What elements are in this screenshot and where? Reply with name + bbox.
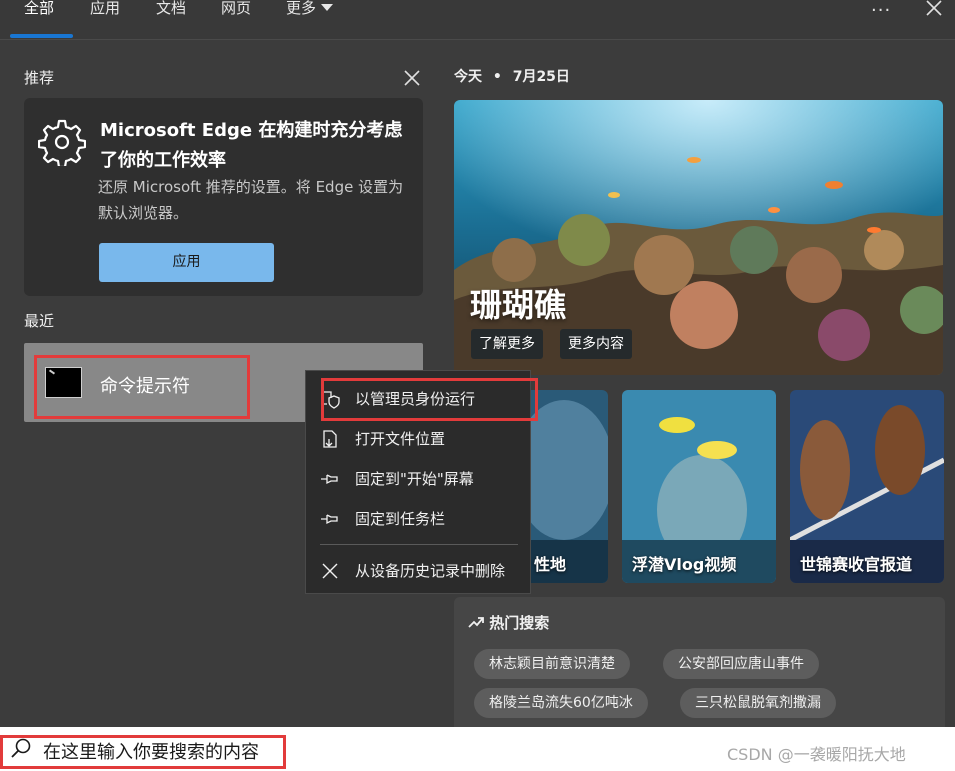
today-header: 今天 • 7月25日 xyxy=(454,66,570,86)
highlight-box-search xyxy=(0,735,286,769)
context-menu-label: 固定到任务栏 xyxy=(355,510,446,528)
hero-card-coral-reef[interactable]: 珊瑚礁 了解更多 更多内容 xyxy=(454,100,943,375)
file-location-icon xyxy=(323,430,337,448)
news-card-2[interactable]: 浮潜Vlog视频 xyxy=(622,390,776,583)
dismiss-recommendation-icon[interactable] xyxy=(402,68,422,88)
tab-all[interactable]: 全部 xyxy=(24,0,54,38)
more-options-icon[interactable]: ··· xyxy=(871,0,891,21)
hot-search-section: 热门搜索 林志颖目前意识清楚 公安部回应唐山事件 格陵兰岛流失60亿吨冰 三只松… xyxy=(454,597,945,727)
hot-search-chip-3[interactable]: 格陵兰岛流失60亿吨冰 xyxy=(474,688,648,718)
hot-search-chip-1[interactable]: 林志颖目前意识清楚 xyxy=(474,649,630,679)
context-menu-label: 固定到"开始"屏幕 xyxy=(355,470,474,488)
tab-apps[interactable]: 应用 xyxy=(90,0,120,38)
recommended-heading: 推荐 xyxy=(24,69,55,87)
context-menu-item-pin-to-taskbar[interactable]: 固定到任务栏 xyxy=(306,499,532,539)
context-menu-item-pin-to-start[interactable]: 固定到"开始"屏幕 xyxy=(306,459,532,499)
hot-search-title: 热门搜索 xyxy=(489,614,550,632)
hot-search-chip-2[interactable]: 公安部回应唐山事件 xyxy=(663,649,819,679)
close-icon[interactable] xyxy=(924,0,944,18)
pin-icon xyxy=(321,514,338,525)
chevron-down-icon xyxy=(321,4,334,11)
recommendation-card: Microsoft Edge 在构建时充分考虑了你的工作效率 还原 Micros… xyxy=(24,98,423,296)
hot-search-heading: 热门搜索 xyxy=(468,612,549,633)
context-menu-label: 打开文件位置 xyxy=(355,430,446,448)
tab-documents[interactable]: 文档 xyxy=(156,0,186,38)
hero-title: 珊瑚礁 xyxy=(470,286,567,324)
today-date: 7月25日 xyxy=(512,69,570,85)
context-menu-separator xyxy=(320,544,518,545)
highlight-box-recent xyxy=(34,355,250,419)
gear-icon xyxy=(38,119,86,166)
news-card-3-label: 世锦赛收官报道 xyxy=(800,555,913,574)
tab-more-label: 更多 xyxy=(286,0,317,17)
news-card-2-label: 浮潜Vlog视频 xyxy=(632,555,737,574)
apply-button[interactable]: 应用 xyxy=(99,243,274,282)
context-menu-label: 从设备历史记录中删除 xyxy=(355,562,506,580)
active-tab-indicator xyxy=(10,34,73,38)
highlight-box-run-as-admin xyxy=(321,378,538,421)
recent-heading: 最近 xyxy=(24,312,55,330)
search-tab-bar: 全部 应用 文档 网页 更多 ··· xyxy=(0,0,955,40)
news-card-3[interactable]: 世锦赛收官报道 xyxy=(790,390,944,583)
context-menu-item-remove-from-history[interactable]: 从设备历史记录中删除 xyxy=(306,551,532,591)
more-content-button[interactable]: 更多内容 xyxy=(560,329,632,359)
date-separator: • xyxy=(492,69,502,85)
close-icon xyxy=(322,563,338,579)
start-search-panel: 全部 应用 文档 网页 更多 ··· 推荐 Microsoft Edge 在构建… xyxy=(0,0,955,727)
today-label: 今天 xyxy=(454,69,482,85)
context-menu-item-open-file-location[interactable]: 打开文件位置 xyxy=(306,419,532,459)
trending-icon xyxy=(468,617,484,628)
pin-icon xyxy=(321,474,338,485)
learn-more-button[interactable]: 了解更多 xyxy=(471,329,543,359)
tab-more[interactable]: 更多 xyxy=(286,0,334,38)
watermark: CSDN @一袭暖阳抚大地 xyxy=(727,745,906,764)
hot-search-chip-4[interactable]: 三只松鼠脱氧剂撒漏 xyxy=(680,688,836,718)
recommendation-description: 还原 Microsoft 推荐的设置。将 Edge 设置为默认浏览器。 xyxy=(98,178,404,222)
recommendation-title: Microsoft Edge 在构建时充分考虑了你的工作效率 xyxy=(100,120,403,171)
news-card-1-label: 性地 xyxy=(534,555,567,574)
tab-web[interactable]: 网页 xyxy=(221,0,251,38)
taskbar-search-box[interactable]: 在这里输入你要搜索的内容 CSDN @一袭暖阳抚大地 xyxy=(0,727,955,771)
